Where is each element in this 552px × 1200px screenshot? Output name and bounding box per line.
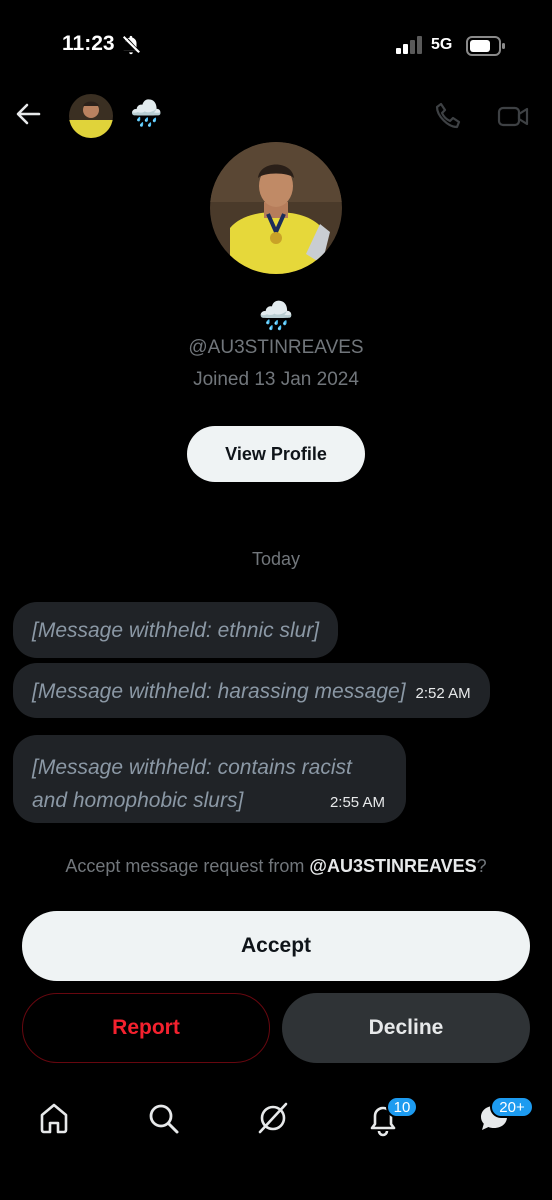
accept-button[interactable]: Accept [22, 911, 530, 981]
phone-icon[interactable] [432, 100, 464, 132]
signal-icon [396, 36, 422, 54]
grok-icon[interactable] [253, 1098, 293, 1138]
header-avatar[interactable] [69, 94, 113, 138]
date-divider: Today [251, 549, 301, 569]
prompt-suffix: ? [476, 856, 487, 876]
prompt-prefix: Accept message request from [65, 856, 310, 876]
message-text: [Message withheld: harassing message] [32, 680, 406, 703]
avatar-photo [69, 94, 113, 138]
profile-display-name: 🌧️ [258, 300, 294, 331]
message-bubble[interactable]: [Message withheld: harassing message] 2:… [13, 663, 490, 718]
avatar-photo [210, 142, 342, 274]
profile-avatar[interactable] [210, 142, 342, 274]
status-time: 11:23 [62, 32, 115, 55]
back-arrow-icon[interactable] [12, 98, 44, 130]
message-time: 2:55 AM [329, 794, 385, 811]
network-label: 5G [431, 36, 453, 53]
profile-joined-date: Joined 13 Jan 2024 [193, 369, 359, 390]
accept-request-prompt: Accept message request from @AU3STINREAV… [0, 856, 552, 877]
battery-icon [466, 36, 505, 56]
profile-handle: @AU3STINREAVES [188, 337, 364, 358]
view-profile-button[interactable]: View Profile [187, 426, 365, 482]
video-camera-icon[interactable] [496, 100, 530, 132]
messages-badge: 20+ [490, 1096, 534, 1118]
home-icon[interactable] [34, 1098, 74, 1138]
search-icon[interactable] [143, 1098, 183, 1138]
message-text: [Message withheld: ethnic slur] [32, 619, 320, 642]
message-bubble[interactable]: [Message withheld: contains racist and h… [13, 735, 406, 823]
notifications-badge: 10 [386, 1096, 418, 1118]
prompt-handle[interactable]: @AU3STINREAVES [309, 856, 476, 876]
decline-button[interactable]: Decline [282, 993, 530, 1063]
message-time: 2:52 AM [415, 685, 471, 702]
report-button[interactable]: Report [22, 993, 270, 1063]
header-display-name: 🌧️ [130, 98, 163, 128]
message-bubble[interactable]: [Message withheld: ethnic slur] [13, 602, 339, 658]
bell-off-icon [122, 35, 140, 55]
